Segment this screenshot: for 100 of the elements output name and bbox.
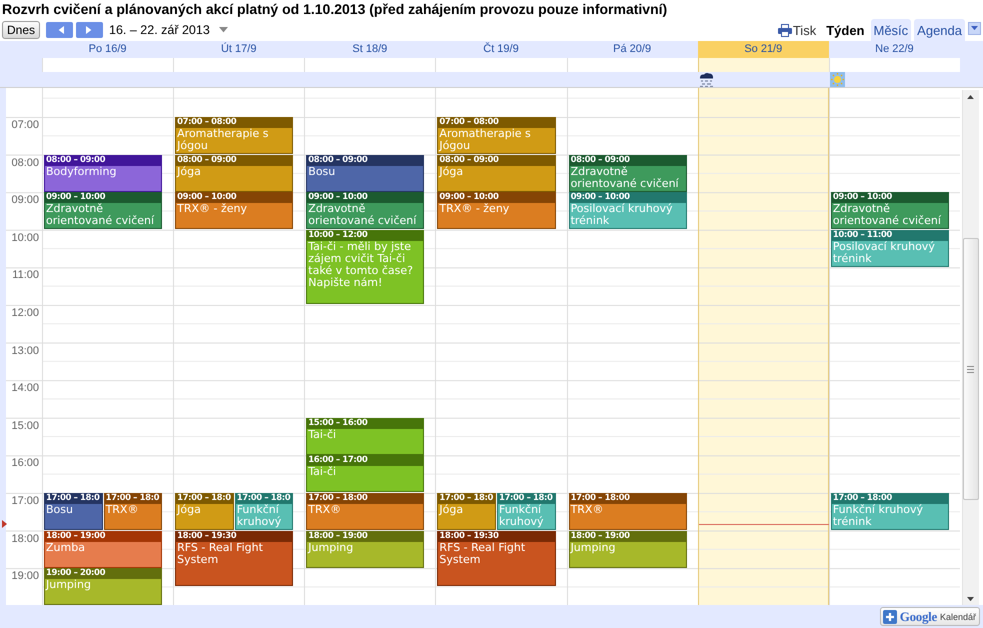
event-time: 09:00 – 10:00 bbox=[307, 192, 424, 204]
calendar-event[interactable]: 09:00 – 10:00 TRX® - ženy bbox=[175, 192, 294, 230]
calendar-event[interactable]: 17:00 – 18:0 Funkční kruhový bbox=[234, 493, 294, 530]
previous-button[interactable] bbox=[46, 22, 74, 38]
scrollbar-thumb[interactable] bbox=[962, 238, 979, 500]
event-time: 18:00 – 19:00 bbox=[307, 530, 424, 542]
event-title: TRX® - ženy bbox=[438, 203, 510, 216]
calendar-event[interactable]: 15:00 – 16:00 Tai-či bbox=[306, 418, 424, 455]
event-time: 09:00 – 10:00 bbox=[438, 192, 555, 204]
event-title: Jóga bbox=[438, 166, 464, 178]
calendar-event[interactable]: 10:00 – 12:00 Tai-či - měli by jste zájem cvičit Tai-či také v tomto čase? Napište nám! bbox=[306, 230, 424, 304]
calendar-event[interactable]: 18:00 – 19:00 Zumba bbox=[44, 530, 162, 568]
calendar-event[interactable]: 17:00 – 18:00 TRX® bbox=[568, 493, 687, 530]
event-time: 19:00 – 20:00 bbox=[45, 568, 162, 580]
calendar-event[interactable]: 08:00 – 09:00 Jóga bbox=[175, 154, 294, 192]
day-header[interactable]: So 21/9 bbox=[698, 41, 829, 58]
time-label: 17:00 bbox=[11, 494, 39, 507]
event-time: 09:00 – 10:00 bbox=[45, 192, 162, 204]
event-time: 16:00 – 17:00 bbox=[307, 455, 424, 466]
event-time: 07:00 – 08:00 bbox=[176, 117, 292, 128]
view-tab[interactable]: Agenda bbox=[914, 19, 965, 41]
event-title: Jóga bbox=[176, 166, 202, 178]
calendar-event[interactable]: 09:00 – 10:00 Posilovací kruhový trénink bbox=[568, 192, 687, 230]
day-header[interactable]: Út 17/9 bbox=[173, 41, 304, 58]
event-time: 17:00 – 18:0 bbox=[438, 493, 495, 504]
calendar-event[interactable]: 19:00 – 20:00 Jumping bbox=[44, 568, 162, 605]
event-title: Tai-či bbox=[307, 466, 338, 478]
event-time: 08:00 – 09:00 bbox=[570, 154, 686, 166]
day-header[interactable]: Pá 20/9 bbox=[566, 41, 698, 58]
date-range-dropdown[interactable]: 16. – 22. zář 2013 bbox=[109, 23, 228, 37]
scrollbar[interactable] bbox=[962, 90, 979, 605]
calendar-event[interactable]: 09:00 – 10:00 Zdravotně orientované cvičení bbox=[44, 192, 162, 230]
calendar-event[interactable]: 18:00 – 19:30 RFS - Real Fight System bbox=[175, 530, 294, 586]
next-button[interactable] bbox=[76, 22, 104, 38]
caret-right-icon bbox=[86, 26, 94, 34]
time-label: 08:00 bbox=[11, 156, 39, 169]
printer-icon bbox=[778, 24, 792, 36]
time-label: 13:00 bbox=[11, 344, 39, 357]
event-title: Funkční kruhový bbox=[236, 504, 282, 528]
day-header[interactable]: Čt 19/9 bbox=[435, 41, 567, 58]
calendar-event[interactable]: 18:00 – 19:30 RFS - Real Fight System bbox=[437, 530, 556, 586]
calendar-event[interactable]: 17:00 – 18:00 TRX® bbox=[306, 493, 424, 530]
day-header[interactable]: Po 16/9 bbox=[42, 41, 174, 58]
calendar-event[interactable]: 18:00 – 19:00 Jumping bbox=[568, 530, 687, 568]
calendar-event[interactable]: 17:00 – 18:0 TRX® bbox=[104, 493, 162, 530]
calendar-event[interactable]: 09:00 – 10:00 TRX® - ženy bbox=[437, 192, 556, 230]
calendar-event[interactable]: 08:00 – 09:00 Bosu bbox=[306, 154, 424, 192]
event-title: Funkční kruhový trénink bbox=[832, 504, 924, 528]
calendar-event[interactable]: 07:00 – 08:00 Aromatherapie s Jógou bbox=[175, 117, 294, 154]
calendar-event[interactable]: 17:00 – 18:0 Bosu bbox=[44, 493, 103, 530]
event-title: Zdravotně orientované cvičení bbox=[832, 203, 942, 228]
event-time: 18:00 – 19:00 bbox=[570, 530, 686, 542]
event-title: Zdravotně orientované cvičení bbox=[307, 203, 418, 228]
calendar-event[interactable]: 18:00 – 19:00 Jumping bbox=[306, 530, 424, 568]
event-time: 08:00 – 09:00 bbox=[438, 154, 555, 166]
event-title: TRX® bbox=[570, 504, 604, 516]
calendar-event[interactable]: 08:00 – 09:00 Bodyforming bbox=[44, 154, 162, 192]
calendar-event[interactable]: 08:00 – 09:00 Jóga bbox=[437, 154, 556, 192]
event-title: TRX® - ženy bbox=[176, 203, 248, 216]
calendar-event[interactable]: 10:00 – 11:00 Posilovací kruhový trénink bbox=[830, 230, 949, 267]
calendar-event[interactable]: 17:00 – 18:0 Jóga bbox=[175, 493, 234, 530]
event-time: 17:00 – 18:0 bbox=[45, 493, 102, 504]
event-time: 17:00 – 18:00 bbox=[570, 493, 686, 504]
event-time: 09:00 – 10:00 bbox=[570, 192, 686, 204]
calendar-event[interactable]: 17:00 – 18:0 Jóga bbox=[437, 493, 496, 530]
calendar-event[interactable]: 07:00 – 08:00 Aromatherapie s Jógou bbox=[437, 117, 556, 154]
calendar-event[interactable]: 09:00 – 10:00 Zdravotně orientované cvičení bbox=[306, 192, 424, 230]
event-time: 10:00 – 11:00 bbox=[832, 230, 948, 241]
day-header[interactable]: St 18/9 bbox=[304, 41, 436, 58]
event-title: Bosu bbox=[45, 504, 74, 516]
event-title: Jóga bbox=[176, 504, 202, 516]
event-title: Jumping bbox=[45, 579, 92, 592]
view-menu-button[interactable] bbox=[968, 22, 981, 34]
event-time: 18:00 – 19:30 bbox=[176, 530, 292, 542]
calendar-event[interactable]: 17:00 – 18:00 Funkční kruhový trénink bbox=[830, 493, 949, 530]
calendar-event[interactable]: 08:00 – 09:00 Zdravotně orientované cvičení bbox=[568, 154, 687, 192]
event-time: 17:00 – 18:0 bbox=[236, 493, 292, 504]
event-time: 17:00 – 18:0 bbox=[104, 493, 162, 504]
event-time: 17:00 – 18:00 bbox=[832, 493, 948, 504]
current-time-marker-icon bbox=[2, 520, 7, 528]
calendar-event[interactable]: 17:00 – 18:0 Funkční kruhový bbox=[496, 493, 556, 530]
time-label: 10:00 bbox=[11, 232, 39, 244]
event-title: Aromatherapie s Jógou bbox=[438, 128, 532, 152]
event-time: 18:00 – 19:00 bbox=[45, 530, 162, 542]
calendar-event[interactable]: 09:00 – 10:00 Zdravotně orientované cvičení bbox=[830, 192, 949, 230]
calendar-event[interactable]: 16:00 – 17:00 Tai-či bbox=[306, 455, 424, 492]
today-button[interactable]: Dnes bbox=[2, 21, 40, 39]
event-time: 10:00 – 12:00 bbox=[307, 230, 424, 241]
print-link[interactable]: Tisk bbox=[778, 22, 816, 38]
event-title: Tai-či bbox=[307, 428, 338, 441]
day-header[interactable]: Ne 22/9 bbox=[828, 41, 960, 58]
event-time: 17:00 – 18:0 bbox=[498, 493, 555, 504]
time-label: 14:00 bbox=[11, 382, 39, 394]
event-title: Zumba bbox=[45, 542, 86, 554]
add-to-google-calendar-button[interactable]: Google Kalendář bbox=[880, 607, 980, 626]
event-time: 08:00 – 09:00 bbox=[45, 154, 162, 166]
view-tab[interactable]: Měsíc bbox=[870, 19, 912, 41]
event-title: Zdravotně orientované cvičení bbox=[570, 166, 680, 190]
event-time: 17:00 – 18:00 bbox=[307, 493, 424, 504]
event-title: TRX® bbox=[307, 504, 342, 516]
